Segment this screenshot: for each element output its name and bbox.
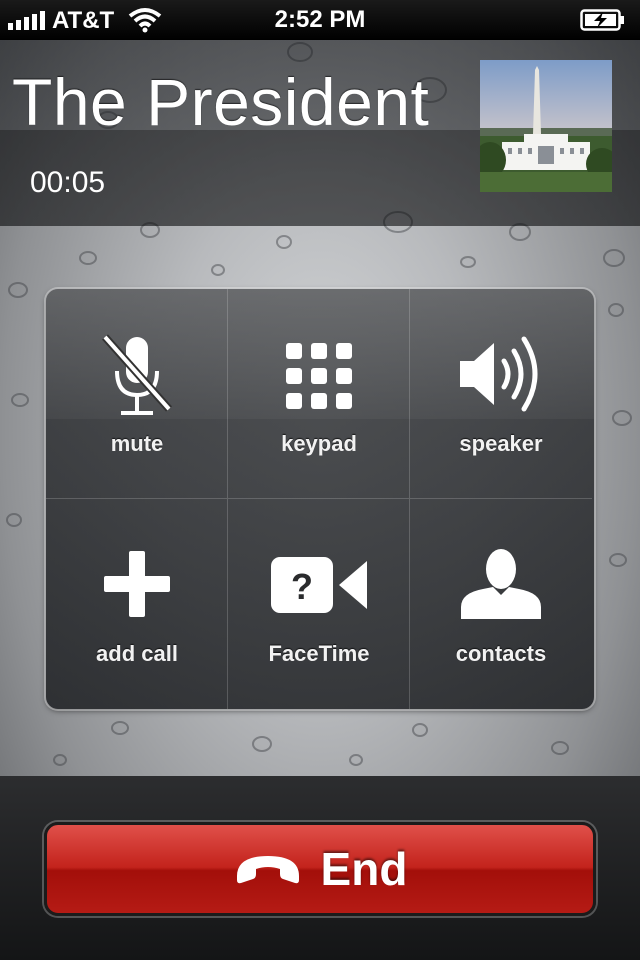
- svg-text:?: ?: [291, 566, 313, 607]
- mute-button[interactable]: mute: [46, 289, 228, 499]
- call-header: The President 00:05: [0, 40, 640, 226]
- contacts-label: contacts: [455, 641, 547, 666]
- battery-charging-icon: [580, 9, 624, 31]
- add-call-button[interactable]: add call: [46, 499, 228, 709]
- end-call-button[interactable]: End: [44, 822, 596, 916]
- phone-handset-icon: [236, 856, 299, 884]
- contacts-person-icon: [461, 549, 541, 619]
- contacts-button[interactable]: contacts: [410, 499, 592, 709]
- keypad-button[interactable]: keypad: [228, 289, 410, 499]
- caller-name: The President: [12, 65, 430, 139]
- caller-photo: [480, 60, 612, 192]
- plus-icon: [104, 551, 170, 617]
- speaker-button[interactable]: speaker: [410, 289, 592, 499]
- facetime-label: FaceTime: [268, 641, 370, 666]
- keypad-label: keypad: [281, 431, 357, 456]
- mute-label: mute: [110, 431, 164, 456]
- speaker-label: speaker: [459, 431, 543, 456]
- add-call-label: add call: [96, 641, 178, 666]
- status-time: 2:52 PM: [274, 6, 366, 33]
- status-bar: AT&T 2:52 PM: [0, 0, 640, 40]
- keypad-icon: [286, 343, 352, 409]
- end-call-label: End: [320, 843, 408, 895]
- call-duration: 00:05: [30, 166, 106, 199]
- call-controls-panel: mute keypad speaker add call ? FaceTime …: [46, 289, 594, 709]
- facetime-camera-icon: ?: [271, 557, 367, 613]
- facetime-button[interactable]: ? FaceTime: [228, 499, 410, 709]
- microphone-muted-icon: [102, 334, 172, 415]
- speaker-icon: [460, 336, 538, 412]
